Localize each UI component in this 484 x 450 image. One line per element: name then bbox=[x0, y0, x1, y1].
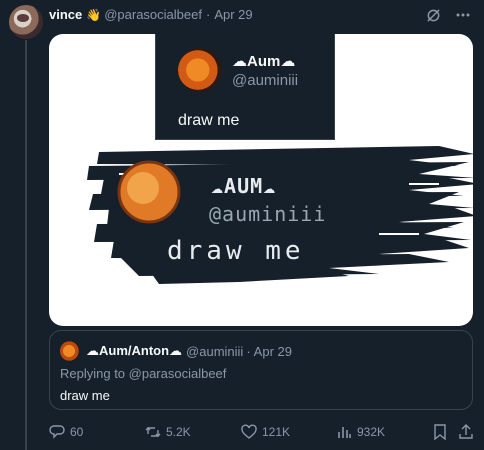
thread-line bbox=[25, 40, 27, 450]
screenshot-text: draw me bbox=[178, 112, 240, 129]
avatar[interactable] bbox=[9, 5, 43, 39]
quote-separator: · bbox=[246, 343, 251, 359]
quoted-tweet[interactable]: ☁Aum/Anton☁ @auminiii · Apr 29 Replying … bbox=[49, 330, 473, 410]
screenshot-tweet-card: ☁Aum☁ @auminiii draw me bbox=[155, 34, 335, 140]
header-actions bbox=[424, 6, 472, 24]
quote-timestamp[interactable]: Apr 29 bbox=[254, 344, 292, 359]
action-bar: 60 5.2K 121K 932K bbox=[49, 424, 479, 444]
display-name[interactable]: vince bbox=[49, 7, 82, 22]
reply-count: 60 bbox=[70, 425, 84, 439]
quote-text: draw me bbox=[60, 388, 110, 403]
views-button[interactable]: 932K bbox=[336, 424, 385, 440]
separator-dot: · bbox=[205, 7, 211, 22]
drawn-name: ☁AUM☁ bbox=[211, 174, 277, 198]
media-image[interactable]: ☁Aum☁ @auminiii draw me ☁AUM☁ @auminiii … bbox=[49, 34, 473, 326]
retweet-icon bbox=[145, 424, 161, 440]
heart-icon bbox=[241, 424, 257, 440]
quote-display-name[interactable]: ☁Aum/Anton☁ bbox=[86, 343, 182, 359]
like-button[interactable]: 121K bbox=[241, 424, 290, 440]
views-icon bbox=[336, 424, 352, 440]
handle[interactable]: @parasocialbeef bbox=[104, 7, 202, 22]
tweet[interactable]: vince 👋 @parasocialbeef · Apr 29 ☁Aum☁ @… bbox=[0, 0, 484, 450]
share-icon bbox=[458, 424, 474, 440]
drawn-handle: @auminiii bbox=[209, 202, 327, 226]
screenshot-handle: @auminiii bbox=[232, 72, 299, 89]
quote-avatar[interactable] bbox=[60, 341, 80, 361]
replying-to: Replying to @parasocialbeef bbox=[60, 366, 227, 381]
quote-header: ☁Aum/Anton☁ @auminiii · Apr 29 bbox=[86, 343, 292, 359]
bookmark-icon bbox=[433, 424, 447, 440]
grok-icon[interactable] bbox=[424, 6, 442, 24]
hand-emoji-icon: 👋 bbox=[86, 7, 102, 22]
scribble-drawing: ☁AUM☁ @auminiii draw me bbox=[79, 144, 473, 294]
retweet-button[interactable]: 5.2K bbox=[145, 424, 191, 440]
screenshot-avatar bbox=[178, 48, 222, 92]
bookmark-button[interactable] bbox=[433, 424, 447, 440]
reply-button[interactable]: 60 bbox=[49, 424, 83, 440]
views-count: 932K bbox=[357, 425, 386, 439]
screenshot-name: ☁Aum☁ bbox=[232, 53, 296, 70]
share-button[interactable] bbox=[458, 424, 474, 440]
tweet-header: vince 👋 @parasocialbeef · Apr 29 bbox=[49, 7, 253, 22]
drawn-text: draw me bbox=[167, 236, 305, 266]
quote-handle[interactable]: @auminiii bbox=[186, 344, 243, 359]
more-icon[interactable] bbox=[454, 6, 472, 24]
reply-icon bbox=[49, 424, 65, 440]
timestamp[interactable]: Apr 29 bbox=[214, 7, 252, 22]
retweet-count: 5.2K bbox=[166, 425, 191, 439]
like-count: 121K bbox=[262, 425, 291, 439]
